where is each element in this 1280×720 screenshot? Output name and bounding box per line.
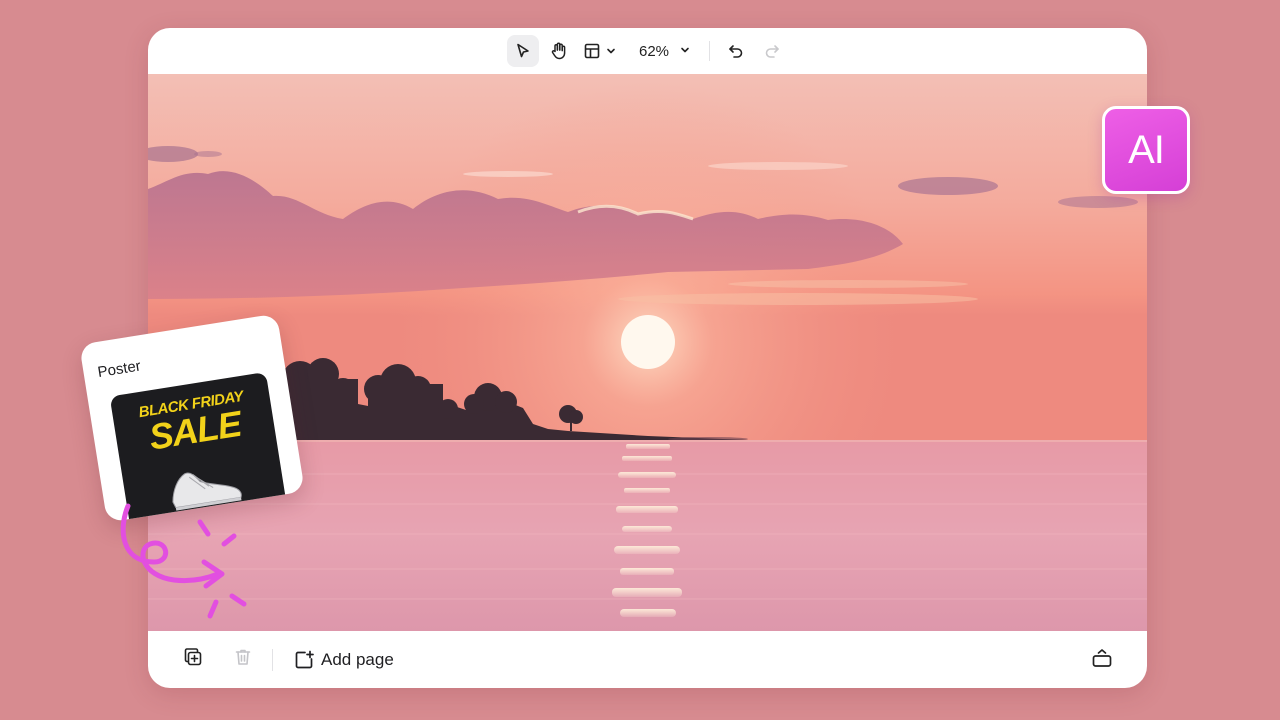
duplicate-page-button[interactable] — [180, 647, 206, 673]
editor-window: 62% Add page — [148, 28, 1147, 688]
chevron-down-icon — [679, 43, 691, 60]
design-canvas[interactable] — [148, 74, 1147, 631]
collapse-panel-icon — [1091, 647, 1113, 674]
ai-badge[interactable]: AI — [1102, 106, 1190, 194]
duplicate-page-icon — [182, 646, 204, 673]
hand-icon — [549, 41, 569, 61]
zoom-dropdown[interactable]: 62% — [625, 35, 699, 67]
top-toolbar: 62% — [148, 28, 1147, 74]
undo-icon — [727, 42, 745, 60]
chevron-down-icon — [605, 45, 617, 57]
undo-button[interactable] — [720, 35, 752, 67]
cursor-icon — [514, 42, 532, 60]
bottom-toolbar: Add page — [148, 631, 1147, 688]
bottom-divider — [272, 648, 273, 671]
sunset-image — [148, 74, 1147, 631]
poster-card-title: Poster — [96, 357, 142, 382]
select-tool-button[interactable] — [506, 35, 539, 67]
poster-template-card[interactable]: Poster BLACK FRIDAY SALE — [79, 313, 305, 523]
ai-badge-label: AI — [1128, 127, 1165, 172]
zoom-value: 62% — [638, 42, 670, 60]
add-page-button[interactable]: Add page — [293, 649, 394, 671]
redo-button[interactable] — [756, 35, 788, 67]
delete-page-button[interactable] — [230, 647, 256, 673]
add-page-icon — [293, 649, 315, 671]
add-page-label: Add page — [321, 649, 394, 669]
redo-icon — [763, 42, 781, 60]
decorative-arrow-icon — [120, 503, 247, 619]
layout-icon — [583, 42, 601, 60]
hand-tool-button[interactable] — [543, 35, 575, 67]
collapse-panel-button[interactable] — [1089, 647, 1115, 673]
trash-icon — [233, 647, 253, 672]
toolbar-divider — [709, 41, 711, 61]
layout-tool-button[interactable] — [579, 35, 621, 67]
